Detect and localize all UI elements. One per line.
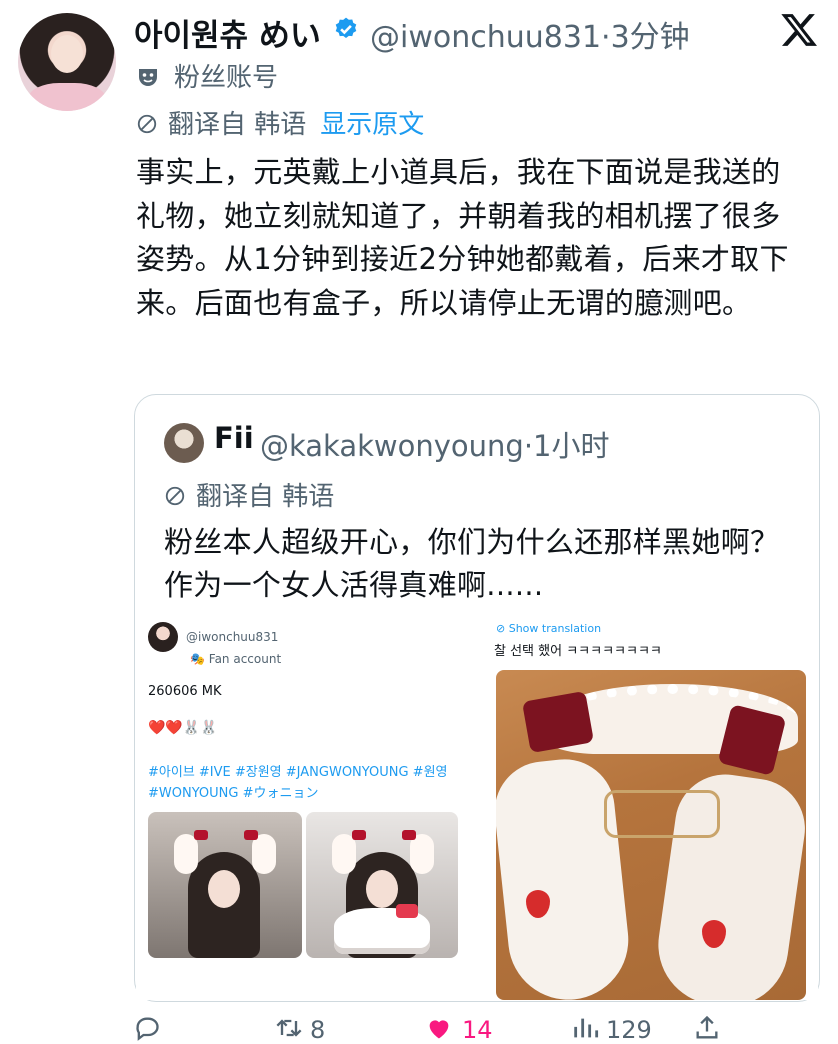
mini-fan-account-text: Fan account — [208, 652, 282, 666]
quote-body-text: 粉丝本人超级开心，你们为什么还那样黑她啊？作为一个女人活得真难啊...... — [164, 525, 780, 602]
bow — [244, 830, 258, 840]
bow — [352, 830, 366, 840]
mini-show-translation-text: Show translation — [508, 622, 602, 635]
ribbon-left — [521, 690, 595, 754]
mini-date-text: 260606 MK — [148, 684, 222, 699]
verified-icon — [335, 17, 357, 38]
media-image-left[interactable]: @iwonchuu831 🎭 Fan account 260606 MK ❤️❤… — [136, 616, 476, 1000]
mini-korean-text: 찰 선택 했어 ㅋㅋㅋㅋㅋㅋㅋㅋ — [494, 644, 662, 659]
retweet-action[interactable]: 8 — [274, 1014, 325, 1044]
glasses — [604, 790, 720, 838]
quote-media[interactable]: @iwonchuu831 🎭 Fan account 260606 MK ❤️❤… — [136, 616, 818, 1000]
avatar-face — [51, 35, 83, 73]
mini-avatar — [148, 622, 178, 652]
bow — [194, 830, 208, 840]
mini-show-translation: ⊘ Show translation — [496, 622, 601, 635]
bow — [402, 830, 416, 840]
bunny-ear — [332, 834, 356, 874]
reply-action[interactable] — [132, 1014, 162, 1044]
mini-handle: @iwonchuu831 — [186, 630, 279, 644]
tweet-action-bar: 8 14 129 — [132, 1014, 822, 1044]
mini-emoji-text: ❤️❤️🐰🐰 — [148, 720, 218, 736]
author-display-name[interactable]: 아이원츄 めい — [134, 10, 321, 55]
translation-row: 翻译自 韩语 显示原文 — [136, 104, 424, 141]
translate-icon — [165, 486, 185, 506]
mini-hashtags: #아이브 #IVE #장원영 #JANGWONYOUNG #원영 #WONYOU… — [148, 765, 448, 801]
fan-mask-icon — [139, 69, 157, 86]
show-original-link[interactable]: 显示原文 — [320, 110, 424, 140]
headband-photo — [496, 670, 806, 1000]
bookmark-share-action[interactable] — [692, 1014, 722, 1044]
media-image-right[interactable]: ⊘ Show translation 찰 선택 했어 ㅋㅋㅋㅋㅋㅋㅋㅋ — [484, 616, 818, 1000]
author-avatar[interactable] — [18, 13, 116, 111]
fan-account-label: 粉丝账号 — [174, 63, 279, 93]
like-count: 14 — [462, 1016, 493, 1044]
share-icon[interactable] — [692, 1014, 722, 1042]
author-handle-time[interactable]: @iwonchuu831·3分钟 — [370, 12, 690, 56]
quote-translated-from-label: 翻译自 韩语 — [196, 482, 335, 512]
quote-translation-row: 翻译自 韩语 — [164, 476, 334, 513]
mini-photo-2 — [306, 812, 458, 958]
reply-icon[interactable] — [132, 1014, 162, 1042]
mini-translate-icon: ⊘ — [496, 622, 509, 635]
mini-fan-account-label: 🎭 Fan account — [190, 652, 281, 666]
x-logo-icon[interactable] — [778, 10, 820, 50]
avatar-shirt — [28, 83, 106, 111]
bunny-ear — [252, 834, 276, 874]
mini-fan-mask-icon: 🎭 — [190, 652, 209, 666]
view-count: 129 — [606, 1016, 652, 1044]
like-action[interactable]: 14 — [422, 1014, 493, 1044]
bunny-ear — [410, 834, 434, 874]
mini-photo-1 — [148, 812, 302, 958]
quote-author-name[interactable]: Fii — [214, 421, 254, 455]
bunny-ear — [174, 834, 198, 874]
tweet-body-text: 事实上，元英戴上小道具后，我在下面说是我送的礼物，她立刻就知道了，并朝着我的相机… — [136, 155, 789, 320]
plush-bow — [396, 904, 418, 918]
retweet-icon[interactable] — [274, 1014, 304, 1042]
quote-author-handle-time[interactable]: @kakakwonyoung·1小时 — [260, 423, 610, 465]
translate-icon — [137, 114, 157, 134]
retweet-count: 8 — [310, 1016, 326, 1044]
quote-author-avatar[interactable] — [164, 423, 204, 463]
fan-account-label-row: 粉丝账号 — [136, 57, 278, 94]
like-icon[interactable] — [422, 1014, 456, 1042]
person-figure — [188, 852, 260, 958]
views-icon[interactable] — [570, 1014, 600, 1042]
translated-from-label: 翻译自 韩语 — [168, 110, 307, 140]
views-action[interactable]: 129 — [570, 1014, 652, 1044]
